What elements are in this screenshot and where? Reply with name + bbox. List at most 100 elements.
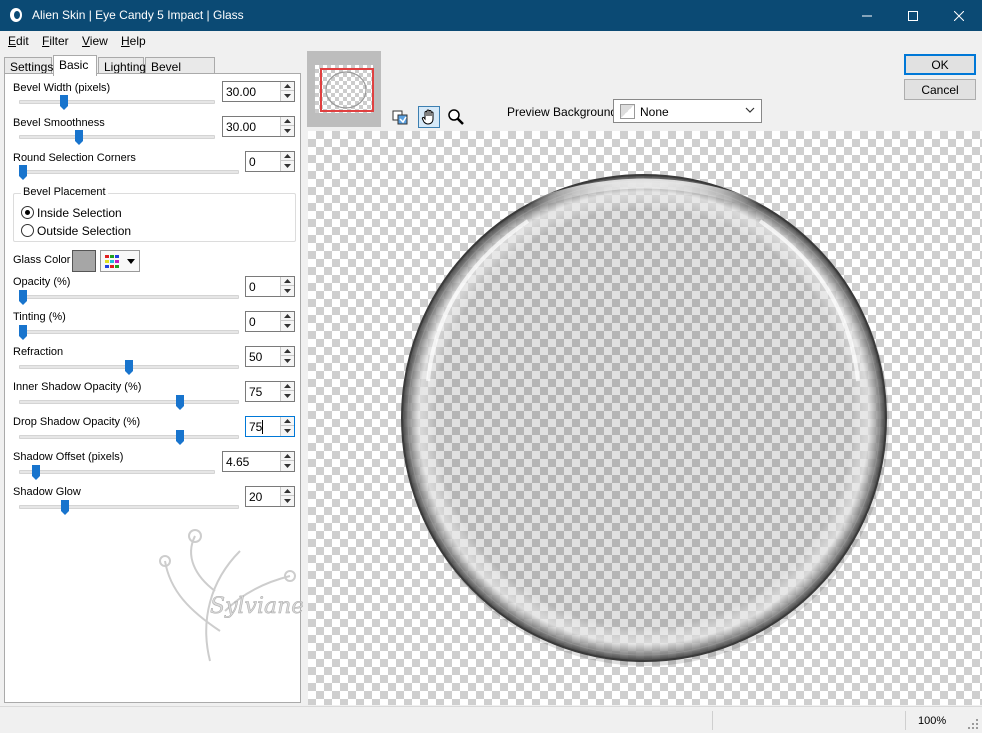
tinting-spinner[interactable] xyxy=(280,312,294,331)
glass-color-swatch[interactable] xyxy=(72,250,96,272)
shadow-offset-slider-thumb[interactable] xyxy=(32,465,41,480)
spin-down-icon[interactable] xyxy=(281,426,294,435)
navigator-thumbnail[interactable] xyxy=(307,51,381,127)
maximize-button[interactable] xyxy=(890,0,936,31)
opacity-input[interactable]: 0 xyxy=(245,276,295,297)
refraction-value: 50 xyxy=(249,350,263,364)
menu-help[interactable]: Help xyxy=(121,34,146,48)
bevel-smoothness-spinner[interactable] xyxy=(280,117,294,136)
resize-grip-icon[interactable] xyxy=(967,718,979,730)
spin-up-icon[interactable] xyxy=(281,382,294,391)
drop-shadow-input[interactable]: 75 xyxy=(245,416,295,437)
shadow-glow-slider-track[interactable] xyxy=(19,505,239,509)
shadow-glow-spinner[interactable] xyxy=(280,487,294,506)
bevel-placement-legend: Bevel Placement xyxy=(21,186,108,198)
spin-down-icon[interactable] xyxy=(281,286,294,295)
inner-shadow-slider-track[interactable] xyxy=(19,400,239,404)
bevel-smoothness-input[interactable]: 30.00 xyxy=(222,116,295,137)
spin-down-icon[interactable] xyxy=(281,91,294,100)
bevel-width-slider-track[interactable] xyxy=(19,100,215,104)
inside-selection-radio[interactable] xyxy=(21,206,34,219)
outside-selection-label[interactable]: Outside Selection xyxy=(37,224,131,238)
tinting-input[interactable]: 0 xyxy=(245,311,295,332)
bevel-width-slider-thumb[interactable] xyxy=(60,95,69,110)
shadow-glow-slider-thumb[interactable] xyxy=(61,500,70,515)
spin-up-icon[interactable] xyxy=(281,152,294,161)
round-corners-input[interactable]: 0 xyxy=(245,151,295,172)
shadow-offset-spinner[interactable] xyxy=(280,452,294,471)
menu-edit[interactable]: Edit xyxy=(8,34,29,48)
background-chip-icon xyxy=(620,104,635,119)
round-corners-slider-thumb[interactable] xyxy=(19,165,27,180)
toggle-preview-button[interactable] xyxy=(389,106,411,128)
minimize-button[interactable] xyxy=(844,0,890,31)
magnifier-icon xyxy=(448,109,464,125)
shadow-glow-value: 20 xyxy=(249,490,263,504)
tinting-label: Tinting (%) xyxy=(13,311,66,323)
maximize-icon xyxy=(908,10,918,21)
outside-selection-radio[interactable] xyxy=(21,224,34,237)
cancel-button[interactable]: Cancel xyxy=(904,79,976,100)
spin-up-icon[interactable] xyxy=(281,347,294,356)
spin-down-icon[interactable] xyxy=(281,356,294,365)
bevel-smoothness-slider-thumb[interactable] xyxy=(75,130,84,145)
inner-shadow-input[interactable]: 75 xyxy=(245,381,295,402)
bevel-smoothness-slider-track[interactable] xyxy=(19,135,215,139)
chevron-down-icon xyxy=(745,107,755,113)
inside-selection-label[interactable]: Inside Selection xyxy=(37,206,122,220)
round-corners-value: 0 xyxy=(249,155,256,169)
spin-down-icon[interactable] xyxy=(281,496,294,505)
spin-down-icon[interactable] xyxy=(281,391,294,400)
spin-up-icon[interactable] xyxy=(281,417,294,426)
tinting-slider-thumb[interactable] xyxy=(19,325,27,340)
tinting-slider-track[interactable] xyxy=(19,330,239,334)
refraction-slider-thumb[interactable] xyxy=(125,360,133,375)
menu-view[interactable]: View xyxy=(82,34,108,48)
preview-background-select[interactable]: None xyxy=(613,99,762,123)
spin-down-icon[interactable] xyxy=(281,461,294,470)
close-icon xyxy=(954,10,964,21)
status-divider xyxy=(712,711,713,730)
glass-color-label: Glass Color xyxy=(13,254,71,266)
spin-down-icon[interactable] xyxy=(281,321,294,330)
spin-up-icon[interactable] xyxy=(281,82,294,91)
close-button[interactable] xyxy=(936,0,982,31)
spin-down-icon[interactable] xyxy=(281,126,294,135)
bevel-width-input[interactable]: 30.00 xyxy=(222,81,295,102)
view-rectangle[interactable] xyxy=(320,68,374,112)
opacity-spinner[interactable] xyxy=(280,277,294,296)
spin-up-icon[interactable] xyxy=(281,277,294,286)
tab-basic[interactable]: Basic xyxy=(53,55,97,76)
zoom-tool-button[interactable] xyxy=(445,106,467,128)
drop-shadow-slider-thumb[interactable] xyxy=(175,430,184,445)
ok-button[interactable]: OK xyxy=(904,54,976,75)
shadow-glow-label: Shadow Glow xyxy=(13,486,81,498)
preview-panel: Preview Background: None OK Cancel xyxy=(303,51,982,706)
settings-panel: Settings Basic Lighting Bevel Profile Be… xyxy=(0,51,305,706)
color-picker-button[interactable] xyxy=(100,250,140,272)
spin-up-icon[interactable] xyxy=(281,117,294,126)
shadow-glow-input[interactable]: 20 xyxy=(245,486,295,507)
refraction-spinner[interactable] xyxy=(280,347,294,366)
refraction-input[interactable]: 50 xyxy=(245,346,295,367)
shadow-offset-slider-track[interactable] xyxy=(19,470,215,474)
drop-shadow-spinner[interactable] xyxy=(280,417,294,436)
spin-up-icon[interactable] xyxy=(281,452,294,461)
spin-up-icon[interactable] xyxy=(281,312,294,321)
spin-up-icon[interactable] xyxy=(281,487,294,496)
inner-shadow-slider-thumb[interactable] xyxy=(175,395,184,410)
preview-canvas[interactable] xyxy=(308,131,982,705)
bevel-width-spinner[interactable] xyxy=(280,82,294,101)
opacity-slider-thumb[interactable] xyxy=(19,290,27,305)
drop-shadow-slider-track[interactable] xyxy=(19,435,239,439)
menu-filter[interactable]: Filter xyxy=(42,34,69,48)
shadow-offset-input[interactable]: 4.65 xyxy=(222,451,295,472)
round-corners-slider-track[interactable] xyxy=(19,170,239,174)
opacity-slider-track[interactable] xyxy=(19,295,239,299)
status-bar: 100% xyxy=(0,706,982,733)
pan-tool-button[interactable] xyxy=(418,106,440,128)
inner-shadow-spinner[interactable] xyxy=(280,382,294,401)
status-divider xyxy=(905,711,906,730)
spin-down-icon[interactable] xyxy=(281,161,294,170)
round-corners-spinner[interactable] xyxy=(280,152,294,171)
